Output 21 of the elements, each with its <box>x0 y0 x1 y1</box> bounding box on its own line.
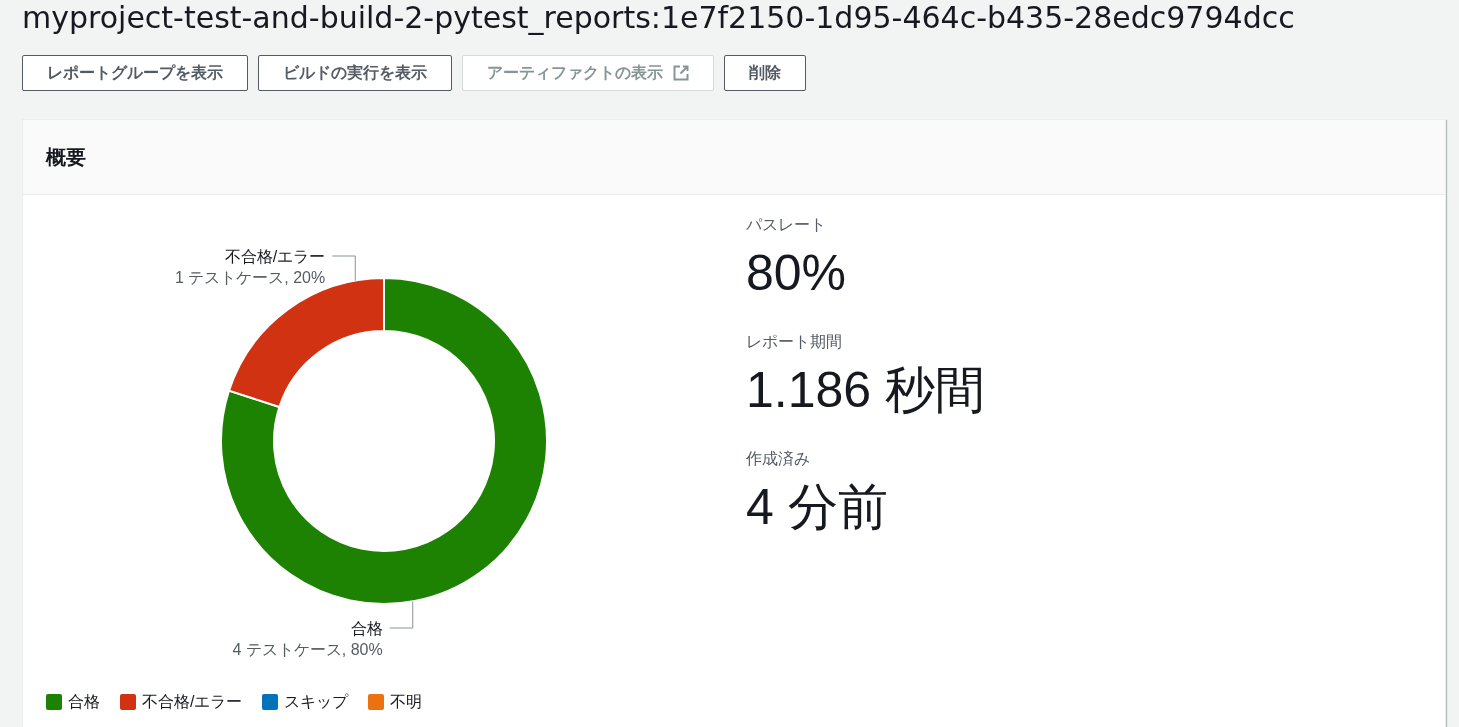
stat-label: 作成済み <box>746 449 811 469</box>
stat-value: 1.186 秒間 <box>746 361 985 420</box>
slice-value-label: 4 テストケース, 80% <box>232 640 383 658</box>
legend-item[interactable]: 不合格/エラー <box>120 691 243 713</box>
action-button[interactable]: レポートグループを表示 <box>22 55 248 91</box>
slice-value-label: 1 テストケース, 20% <box>175 268 326 286</box>
stat-value: 80% <box>746 244 848 303</box>
action-button[interactable]: ビルドの実行を表示 <box>258 55 452 91</box>
page-title: myproject-test-and-build-2-pytest_reports:1e7f2150-1d95-464c-b435-28edc9794dcc <box>22 0 1296 36</box>
slice-label: 不合格/エラー <box>224 247 326 265</box>
slice-label: 合格 <box>350 619 383 637</box>
stat-label: レポート期間 <box>746 332 843 352</box>
leader-line <box>331 255 356 282</box>
legend-item[interactable]: スキップ <box>262 691 349 713</box>
stat-label: パスレート <box>746 215 827 235</box>
leader-line <box>389 600 414 629</box>
action-button[interactable]: 削除 <box>724 55 806 91</box>
section-title: 概要 <box>46 145 86 169</box>
legend-item[interactable]: 合格 <box>46 691 100 713</box>
legend-item[interactable]: 不明 <box>368 691 423 713</box>
stat-value: 4 分前 <box>746 478 889 537</box>
